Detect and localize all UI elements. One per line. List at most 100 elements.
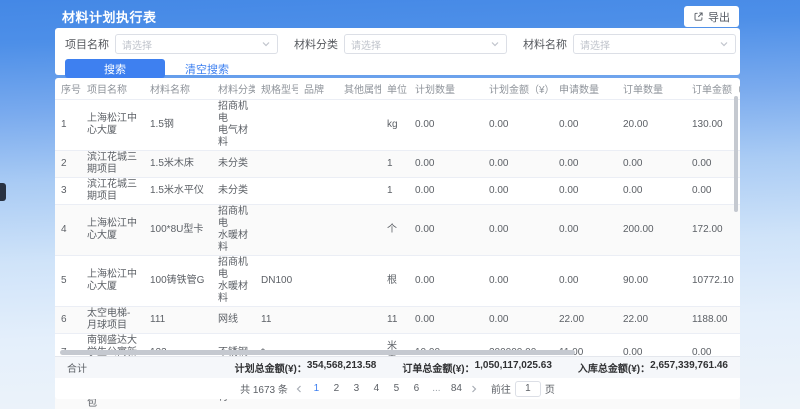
prev-page-icon[interactable]: [295, 384, 303, 394]
column-header: 材料名称: [144, 78, 212, 99]
table-header-row: 序号项目名称材料名称材料分类规格型号品牌其他属性单位计划数量计划金额（¥）申请数…: [55, 78, 740, 99]
table-cell: 太空电梯-月球项目: [81, 306, 144, 333]
material-name-select[interactable]: 请选择: [573, 34, 736, 54]
export-label: 导出: [708, 9, 730, 25]
table-cell: [298, 306, 338, 333]
table-cell: 11: [255, 306, 298, 333]
table-cell: 0.00: [483, 150, 553, 177]
summary-total: 入库总金额(¥)：2,657,339,761.46: [578, 360, 728, 375]
table-row[interactable]: 4上海松江中心大厦100*8U型卡招商机电 水暖材料个0.000.000.002…: [55, 204, 740, 255]
column-header: 申请数量: [553, 78, 617, 99]
table-cell: 3: [55, 177, 81, 204]
column-header: 计划数量: [409, 78, 483, 99]
table-row[interactable]: 1上海松江中心大厦1.5钢招商机电 电气材料kg0.000.000.0020.0…: [55, 99, 740, 150]
material-name-label: 材料名称: [523, 36, 567, 52]
table-cell: [298, 255, 338, 306]
material-name-placeholder: 请选择: [580, 37, 610, 52]
column-header: 项目名称: [81, 78, 144, 99]
table-cell: [298, 99, 338, 150]
table-cell: 滨江花城三期项目: [81, 150, 144, 177]
clear-search-link[interactable]: 清空搜索: [185, 61, 229, 77]
material-category-label: 材料分类: [294, 36, 338, 52]
goto-suffix: 页: [545, 381, 555, 396]
table-cell: [255, 177, 298, 204]
filter-project-name: 项目名称 请选择: [65, 34, 278, 54]
table-row[interactable]: 3滨江花城三期项目1.5米水平仪未分类10.000.000.000.000.00: [55, 177, 740, 204]
table-cell: 0.00: [553, 204, 617, 255]
column-header: 计划金额（¥）: [483, 78, 553, 99]
table-cell: [338, 306, 381, 333]
search-button[interactable]: 搜索: [65, 59, 165, 78]
chevron-down-icon: [719, 40, 729, 48]
page-button-3[interactable]: 3: [350, 383, 363, 394]
material-category-placeholder: 请选择: [351, 37, 381, 52]
table-cell: 4: [55, 204, 81, 255]
material-category-select[interactable]: 请选择: [344, 34, 507, 54]
page-button-84[interactable]: 84: [450, 383, 463, 394]
page-button-5[interactable]: 5: [390, 383, 403, 394]
table-cell: 0.00: [409, 99, 483, 150]
table-cell: 0.00: [483, 204, 553, 255]
table-cell: 90.00: [617, 255, 686, 306]
filter-actions: 搜索 清空搜索: [55, 54, 740, 78]
table-cell: 20.00: [617, 99, 686, 150]
chevron-down-icon: [490, 40, 500, 48]
table-cell: 0.00: [617, 177, 686, 204]
page-button-1[interactable]: 1: [310, 383, 323, 394]
export-button[interactable]: 导出: [684, 6, 739, 27]
table-cell: 0.00: [409, 177, 483, 204]
table-cell: 0.00: [553, 177, 617, 204]
table-cell: 上海松江中心大厦: [81, 255, 144, 306]
table-cell: [298, 204, 338, 255]
summary-label: 合计: [67, 360, 87, 375]
page-button-6[interactable]: 6: [410, 383, 423, 394]
table-cell: 0.00: [553, 255, 617, 306]
horizontal-scrollbar[interactable]: [60, 350, 575, 355]
table-cell: 1: [55, 99, 81, 150]
chevron-down-icon: [261, 40, 271, 48]
next-page-icon[interactable]: [470, 384, 478, 394]
column-header: 其他属性: [338, 78, 381, 99]
project-name-label: 项目名称: [65, 36, 109, 52]
table-cell: [338, 204, 381, 255]
table-cell: 未分类: [212, 150, 255, 177]
table-row[interactable]: 2滨江花城三期项目1.5米木床未分类10.000.000.000.000.00: [55, 150, 740, 177]
page-button-2[interactable]: 2: [330, 383, 343, 394]
table-cell: 22.00: [617, 306, 686, 333]
table-cell: 11: [381, 306, 409, 333]
filter-row: 项目名称 请选择 材料分类 请选择 材料名称 请选择: [55, 28, 740, 54]
filter-material-name: 材料名称 请选择: [523, 34, 736, 54]
project-name-select[interactable]: 请选择: [115, 34, 278, 54]
table-cell: 6: [55, 306, 81, 333]
table-cell: [338, 99, 381, 150]
table-cell: 100*8U型卡: [144, 204, 212, 255]
pagination: 共 1673 条 123456... 84 前往 页: [55, 378, 740, 399]
table-cell: 招商机电 电气材料: [212, 99, 255, 150]
sidebar-expand-handle[interactable]: [0, 183, 6, 201]
summary-totals: 计划总金额(¥)：354,568,213.58 订单总金额(¥)：1,050,11…: [235, 360, 728, 375]
page-ellipsis: ...: [430, 383, 443, 394]
table-cell: 0.00: [409, 306, 483, 333]
table-cell: 1: [381, 177, 409, 204]
summary-total: 订单总金额(¥)：1,050,117,025.63: [402, 360, 552, 375]
vertical-scrollbar[interactable]: [734, 96, 738, 212]
table-cell: 1.5米木床: [144, 150, 212, 177]
total-count: 共 1673 条: [240, 381, 288, 396]
table-row[interactable]: 6太空电梯-月球项目111网线11110.000.0022.0022.00118…: [55, 306, 740, 333]
table-cell: 0.00: [483, 255, 553, 306]
table-cell: 根: [381, 255, 409, 306]
table-cell: [298, 150, 338, 177]
screen: 材料计划执行表 导出 项目名称 请选择 材料分类 请选择: [0, 0, 800, 409]
goto-label: 前往: [491, 381, 511, 396]
table-row[interactable]: 5上海松江中心大厦100铸铁管G招商机电 水暖材料DN100根0.000.000…: [55, 255, 740, 306]
table-cell: 上海松江中心大厦: [81, 99, 144, 150]
page-button-4[interactable]: 4: [370, 383, 383, 394]
column-header: 序号: [55, 78, 81, 99]
table-cell: [338, 150, 381, 177]
summary-total: 计划总金额(¥)：354,568,213.58: [235, 360, 377, 375]
table-cell: 111: [144, 306, 212, 333]
goto-page-input[interactable]: [515, 381, 541, 397]
table-cell: 22.00: [553, 306, 617, 333]
table-cell: DN100: [255, 255, 298, 306]
table-cell: [338, 177, 381, 204]
